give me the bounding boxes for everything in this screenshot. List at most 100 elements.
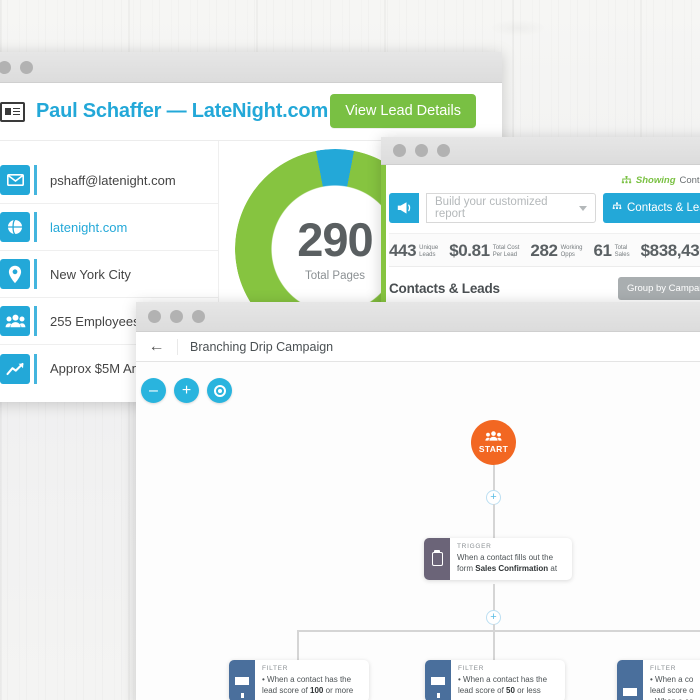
node-text-bold: 50 xyxy=(506,686,515,696)
showing-label: Showing xyxy=(635,175,676,186)
view-lead-details-button[interactable]: View Lead Details xyxy=(330,94,476,128)
funnel-icon xyxy=(425,660,451,700)
node-text-line: form Sales Confirmation at xyxy=(457,563,557,574)
contact-card-icon xyxy=(0,101,25,122)
people-icon xyxy=(485,431,502,443)
report-window-titlebar xyxy=(381,137,700,165)
node-text-prefix: lead score of xyxy=(262,686,311,696)
stat-label: Total Cost Per Lead xyxy=(492,244,520,259)
accent-bar xyxy=(34,306,37,336)
list-item-label: pshaff@latenight.com xyxy=(50,172,176,188)
zoom-out-button[interactable]: – xyxy=(141,378,166,403)
accent-bar xyxy=(34,212,37,242)
accent-bar xyxy=(381,165,386,317)
recenter-button[interactable] xyxy=(207,378,232,403)
filter-node[interactable]: FILTER • When a co lead score o • When a… xyxy=(617,660,700,700)
stat-total-sales: 61 Total Sales xyxy=(594,241,630,261)
showing-value: Contacts xyxy=(679,175,700,186)
node-text-line: • When a co xyxy=(650,675,694,684)
zoom-in-button[interactable]: + xyxy=(174,378,199,403)
window-minimize-dot[interactable] xyxy=(415,144,428,157)
tree-icon xyxy=(621,176,632,185)
flow-breadcrumb-bar: ← Branching Drip Campaign xyxy=(136,332,700,362)
stat-value: $838,436 xyxy=(640,240,700,260)
stat-sales-ev-pipeline: $838,436 Sales + EVof Pipeline xyxy=(640,240,700,261)
node-text-bold: Sales Confirmation xyxy=(475,564,549,574)
window-minimize-dot[interactable] xyxy=(20,60,33,74)
node-text-prefix: lead score o xyxy=(650,686,694,696)
megaphone-icon xyxy=(389,193,419,223)
window-close-dot[interactable] xyxy=(0,60,11,74)
window-maximize-dot[interactable] xyxy=(437,144,450,157)
trigger-node[interactable]: TRIGGER When a contact fills out the for… xyxy=(424,538,572,581)
node-text-prefix: form xyxy=(457,564,476,574)
node-kind-label: FILTER xyxy=(458,665,485,672)
search-input[interactable]: Build your customized report xyxy=(426,193,596,223)
window-close-dot[interactable] xyxy=(393,144,406,157)
stat-label: Total Sales xyxy=(614,244,630,259)
node-text-line: lead score o xyxy=(650,685,694,696)
report-stats-row: 443 Unique Leads $0.81 Total Cost Per Lead… xyxy=(389,233,700,267)
filter-node[interactable]: FILTER • When a contact has the lead sco… xyxy=(425,660,565,700)
node-text-line: lead score of 100 or more xyxy=(262,685,353,696)
map-pin-icon xyxy=(0,259,30,289)
group-by-campaign-button[interactable]: Group by Campaign xyxy=(617,276,700,300)
accent-bar xyxy=(34,165,37,195)
node-text-suffix: at xyxy=(548,564,558,574)
search-placeholder: Build your customized report xyxy=(435,196,548,220)
funnel-icon xyxy=(229,660,255,700)
window-minimize-dot[interactable] xyxy=(170,310,183,323)
filter-button-label: Contacts & Leads xyxy=(627,202,700,214)
window-close-dot[interactable] xyxy=(148,310,161,323)
node-text-suffix: or more xyxy=(323,686,354,696)
tree-icon xyxy=(612,202,622,214)
donut-value: 290 xyxy=(297,213,373,266)
lead-header: Paul Schaffer — LateNight.com View Lead … xyxy=(0,83,502,141)
flow-canvas[interactable]: – + + START TRIGGER When a contact fills… xyxy=(136,362,700,700)
chevron-down-icon[interactable] xyxy=(579,205,587,211)
list-item-label[interactable]: latenight.com xyxy=(50,220,127,235)
node-kind-label: FILTER xyxy=(650,665,677,672)
back-arrow-icon[interactable]: ← xyxy=(136,338,178,355)
list-item[interactable]: New York City xyxy=(0,251,218,298)
filter-contacts-leads-button[interactable]: Contacts & Leads xyxy=(603,193,700,223)
stat-value: 443 xyxy=(389,240,417,260)
list-item-label: New York City xyxy=(50,266,131,282)
zoom-controls: – + xyxy=(141,378,232,403)
filter-node[interactable]: FILTER • When a contact has the lead sco… xyxy=(229,660,369,700)
connector-line xyxy=(493,630,495,664)
list-item[interactable]: latenight.com xyxy=(0,204,218,251)
stat-label: Unique Leads xyxy=(419,244,439,259)
stat-value: 282 xyxy=(530,240,558,260)
report-window-body: Showing Contacts Build your customized r… xyxy=(381,165,700,317)
node-text-line: When a contact fills out the xyxy=(457,553,554,562)
section-title: Contacts & Leads xyxy=(389,280,500,296)
campaign-builder-window: ← Branching Drip Campaign – + + START TR… xyxy=(136,302,700,700)
funnel-icon xyxy=(617,660,643,700)
start-node[interactable]: START xyxy=(471,420,516,465)
accent-bar xyxy=(34,353,37,384)
node-text-line: lead score of 50 or less xyxy=(458,685,547,696)
accent-bar xyxy=(34,259,37,289)
stat-value: $0.81 xyxy=(449,240,490,260)
report-section-header: Contacts & Leads Group by Campaign xyxy=(389,273,700,303)
window-maximize-dot[interactable] xyxy=(192,310,205,323)
branch-bus-line xyxy=(297,630,700,632)
connector-line xyxy=(493,584,495,612)
stat-total-cost-per-lead: $0.81 Total Cost Per Lead xyxy=(449,240,520,261)
lead-window-titlebar xyxy=(0,52,502,83)
start-node-label: START xyxy=(478,444,509,454)
add-step-button[interactable]: + xyxy=(486,610,501,625)
node-text-body: When a contact has the xyxy=(267,675,352,684)
report-toolbar: Build your customized report Contacts & … xyxy=(389,193,700,223)
clipboard-icon xyxy=(424,538,450,581)
stat-unique-leads: 443 Unique Leads xyxy=(389,240,439,261)
report-window: Showing Contacts Build your customized r… xyxy=(381,137,700,317)
flow-window-titlebar xyxy=(136,302,700,332)
node-kind-label: TRIGGER xyxy=(457,543,492,550)
add-step-button[interactable]: + xyxy=(486,490,501,505)
list-item-label: 255 Employees xyxy=(50,313,140,329)
envelope-icon xyxy=(0,165,30,195)
node-text-line: • When a co xyxy=(650,696,694,700)
list-item[interactable]: pshaff@latenight.com xyxy=(0,157,218,204)
